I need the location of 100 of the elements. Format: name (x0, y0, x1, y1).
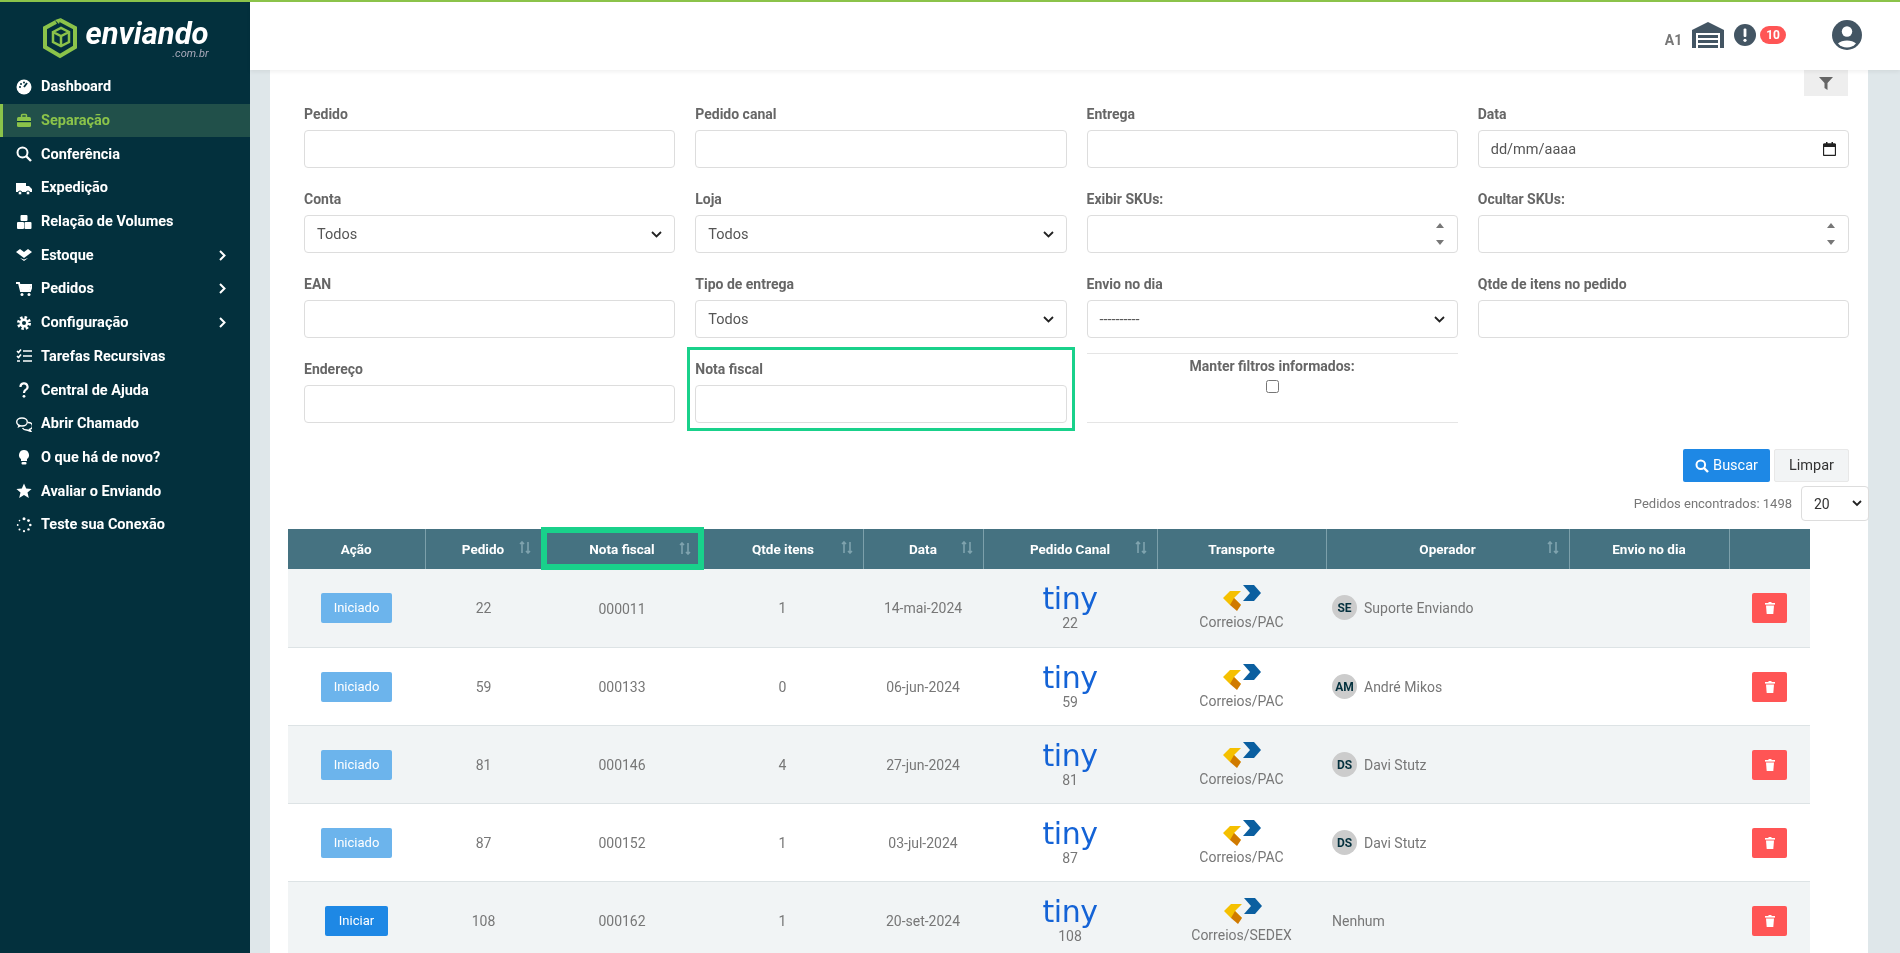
table-cell: 81 (1062, 771, 1078, 788)
table-cell: 59 (1062, 693, 1078, 710)
sort-icon[interactable] (678, 542, 691, 555)
number-field[interactable] (1477, 215, 1849, 253)
settings-icon (16, 314, 32, 331)
table-cell: 1 (778, 599, 787, 616)
sidebar-item[interactable]: O que há de novo? (0, 440, 250, 475)
text-field[interactable] (1086, 130, 1458, 168)
channel-logo: tiny (1042, 819, 1098, 848)
table-cell: 87 (1062, 849, 1078, 866)
delete-button[interactable] (1752, 671, 1787, 702)
trash-icon (1764, 914, 1775, 927)
caret-icon (1042, 230, 1054, 238)
trash-icon (1764, 680, 1775, 693)
number-field[interactable] (1086, 215, 1458, 253)
alert-icon[interactable] (1734, 24, 1757, 46)
column-header[interactable]: Pedido Canal (983, 528, 1157, 569)
caret-icon (1042, 315, 1054, 323)
warehouse-icon[interactable] (1692, 22, 1725, 48)
table-cell: 0 (778, 678, 787, 695)
sidebar-item[interactable]: Central de Ajuda (0, 373, 250, 407)
column-header: Transporte (1157, 528, 1326, 569)
field-label: EAN (304, 276, 332, 292)
sidebar-item[interactable]: Abrir Chamado (0, 406, 250, 441)
field-label: Conta (304, 191, 342, 207)
delete-button[interactable] (1752, 827, 1787, 858)
spinner-icon[interactable] (1826, 221, 1836, 247)
text-field[interactable] (304, 385, 676, 423)
column-header: Envio no dia (1569, 528, 1729, 569)
field-label: Pedido (304, 106, 348, 122)
table-cell: 06-jun-2024 (886, 678, 960, 695)
sort-icon[interactable] (1546, 540, 1559, 554)
field-label: Qtde de itens no pedido (1477, 276, 1627, 292)
operator-name: Nenhum (1332, 912, 1385, 929)
calendar-icon[interactable] (1823, 142, 1836, 156)
operator-avatar: SE (1332, 595, 1357, 621)
status-button[interactable]: Iniciar (324, 905, 389, 936)
select-field[interactable]: Todos (304, 215, 676, 253)
field-label: Tipo de entrega (695, 276, 794, 292)
page-size-select[interactable]: 20 (1801, 486, 1869, 521)
sidebar-item[interactable]: Configuração (0, 305, 250, 340)
trash-icon (1764, 758, 1775, 771)
column-header[interactable]: Nota fiscal (542, 528, 702, 569)
user-avatar-icon[interactable] (1832, 20, 1862, 50)
table-cell: 22 (1062, 614, 1078, 631)
table-cell: 14-mai-2024 (883, 599, 963, 616)
delete-button[interactable] (1752, 749, 1787, 780)
select-field[interactable]: ---------- (1086, 300, 1458, 338)
search-button[interactable]: Buscar (1683, 449, 1770, 482)
column-header[interactable]: Operador (1326, 528, 1569, 569)
text-field[interactable] (695, 385, 1067, 423)
text-field[interactable] (304, 300, 676, 338)
caret-icon (1852, 500, 1862, 507)
text-field[interactable] (1477, 300, 1849, 338)
sidebar-item[interactable]: Relação de Volumes (0, 204, 250, 239)
sidebar-item[interactable]: Dashboard (0, 70, 250, 104)
operator-avatar: AM (1332, 674, 1357, 699)
checkbox[interactable] (1265, 380, 1279, 393)
field-label: Pedido canal (695, 106, 777, 122)
caret-icon (1433, 315, 1445, 323)
carrier-logo-icon (1221, 820, 1262, 846)
select-field[interactable]: Todos (695, 215, 1067, 253)
column-header[interactable]: Data (863, 528, 983, 569)
sidebar-item[interactable]: Separação (0, 103, 250, 138)
carrier-logo-icon (1221, 585, 1262, 612)
operator-name: Davi Stutz (1364, 756, 1427, 773)
table-cell: 22 (475, 599, 492, 616)
sidebar-item[interactable]: Pedidos (0, 272, 250, 306)
clear-button[interactable]: Limpar (1774, 449, 1849, 482)
text-field[interactable] (695, 130, 1067, 168)
text-field[interactable] (304, 130, 676, 168)
sidebar-item[interactable]: Tarefas Recursivas (0, 339, 250, 374)
sort-icon[interactable] (840, 540, 853, 554)
sort-icon[interactable] (518, 540, 531, 554)
spinner-icon[interactable] (1434, 221, 1445, 247)
sort-icon[interactable] (1134, 540, 1147, 554)
sidebar-item[interactable]: Teste sua Conexão (0, 507, 250, 542)
sidebar-item[interactable]: Estoque (0, 238, 250, 273)
column-header[interactable]: Qtde itens (702, 528, 863, 569)
field-label: Ocultar SKUs: (1477, 191, 1565, 207)
field-label: Nota fiscal (695, 361, 763, 377)
search-icon (1695, 458, 1710, 473)
column-header[interactable]: Pedido (425, 528, 542, 569)
delete-button[interactable] (1752, 905, 1787, 936)
table-cell: 4 (778, 756, 787, 773)
table-cell: 1 (778, 912, 787, 929)
delete-button[interactable] (1752, 592, 1787, 623)
select-field[interactable]: Todos (695, 300, 1067, 338)
operator-name: André Mikos (1364, 678, 1443, 695)
table-cell: Correios/SEDEX (1191, 927, 1292, 943)
sidebar-item[interactable]: Conferência (0, 137, 250, 172)
filter-button[interactable] (1804, 70, 1848, 96)
table-cell: 03-jul-2024 (888, 834, 958, 851)
sidebar-item[interactable]: Expedição (0, 171, 250, 205)
warehouse-code: A1 (1664, 32, 1683, 48)
chat-bubbles-icon (16, 415, 32, 432)
table-cell: 87 (475, 834, 492, 851)
date-field[interactable]: dd/mm/aaaa (1477, 130, 1849, 168)
sort-icon[interactable] (960, 540, 973, 554)
sidebar-item[interactable]: Avaliar o Enviando (0, 474, 250, 508)
